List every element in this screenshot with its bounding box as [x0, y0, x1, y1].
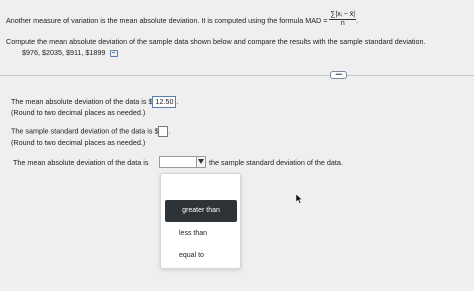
sample-data: $976, $2035, $911, $1899 — [22, 48, 119, 57]
mad-answer-suffix: . — [176, 96, 179, 106]
compare-prefix: The mean absolute deviation of the data … — [13, 158, 149, 167]
mouse-cursor-icon — [296, 194, 303, 204]
mad-answer-hint: (Round to two decimal places as needed.) — [11, 108, 146, 117]
mad-answer-row: The mean absolute deviation of the data … — [11, 96, 178, 108]
option-equal-to[interactable]: equal to — [179, 251, 204, 260]
expand-more-button[interactable]: ••••• — [330, 71, 347, 79]
question-intro: Another measure of variation is the mean… — [6, 10, 359, 30]
mad-formula: ∑|xᵢ − x̄| n — [329, 10, 357, 28]
comparison-dropdown-menu: greater than less than equal to — [160, 173, 241, 269]
sd-answer-label: The sample standard deviation of the dat… — [11, 126, 159, 136]
select-arrow-box[interactable] — [196, 157, 205, 167]
sd-answer-hint: (Round to two decimal places as needed.) — [11, 138, 146, 147]
sample-data-values: $976, $2035, $911, $1899 — [22, 48, 106, 57]
comparison-select[interactable] — [159, 156, 206, 168]
section-divider — [0, 75, 474, 76]
sd-answer-suffix: . — [168, 126, 171, 136]
mad-answer-label: The mean absolute deviation of the data … — [11, 96, 153, 106]
sd-answer-row: The sample standard deviation of the dat… — [11, 126, 170, 137]
formula-numerator: ∑|xᵢ − x̄| — [329, 11, 357, 20]
mad-answer-input[interactable]: 12.50 — [152, 96, 177, 108]
question-intro-suffix: . — [356, 15, 359, 25]
option-less-than[interactable]: less than — [179, 229, 207, 238]
question-intro-text: Another measure of variation is the mean… — [6, 15, 328, 25]
formula-denominator: n — [340, 20, 345, 27]
compare-suffix: the sample standard deviation of the dat… — [209, 158, 343, 167]
sd-answer-input[interactable] — [158, 126, 169, 137]
chevron-down-icon — [198, 159, 204, 164]
copy-data-icon[interactable] — [110, 49, 119, 57]
option-greater-than[interactable]: greater than — [165, 200, 237, 222]
question-instruction: Compute the mean absolute deviation of t… — [6, 37, 426, 46]
